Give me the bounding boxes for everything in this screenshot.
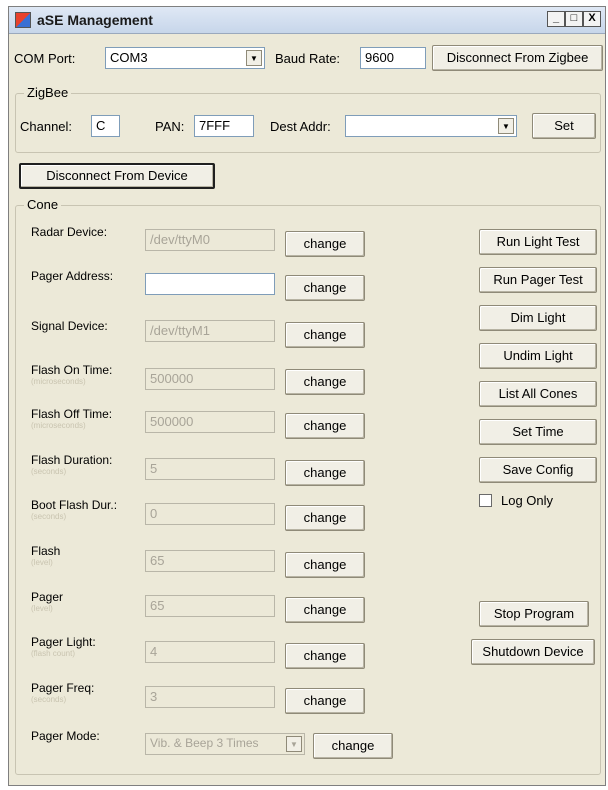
close-button[interactable]: X <box>583 11 601 27</box>
pager-light-input[interactable]: 4 <box>145 641 275 663</box>
pager-address-label: Pager Address: <box>31 269 114 283</box>
change-pager-level-button[interactable]: change <box>285 597 365 623</box>
save-config-button[interactable]: Save Config <box>479 457 597 483</box>
change-boot-flash-dur-button[interactable]: change <box>285 505 365 531</box>
com-port-value: COM3 <box>110 50 148 65</box>
change-pager-mode-button[interactable]: change <box>313 733 393 759</box>
dest-addr-combo[interactable]: ▼ <box>345 115 517 137</box>
boot-flash-dur-label: Boot Flash Dur.: (seconds) <box>31 498 118 521</box>
chevron-down-icon[interactable]: ▼ <box>246 50 262 66</box>
pan-label: PAN: <box>155 119 185 134</box>
pager-light-label: Pager Light: (flash count) <box>31 635 96 658</box>
zigbee-group-title: ZigBee <box>24 85 72 100</box>
set-time-button[interactable]: Set Time <box>479 419 597 445</box>
change-pager-address-button[interactable]: change <box>285 275 365 301</box>
change-pager-light-button[interactable]: change <box>285 643 365 669</box>
radar-device-input[interactable]: /dev/ttyM0 <box>145 229 275 251</box>
window-title: aSE Management <box>37 12 153 28</box>
dim-light-button[interactable]: Dim Light <box>479 305 597 331</box>
maximize-button[interactable]: □ <box>565 11 583 27</box>
com-port-label: COM Port: <box>14 51 76 66</box>
app-icon <box>15 12 31 28</box>
title-bar[interactable]: aSE Management _ □ X <box>9 7 605 34</box>
run-pager-test-button[interactable]: Run Pager Test <box>479 267 597 293</box>
change-pager-freq-button[interactable]: change <box>285 688 365 714</box>
signal-device-label: Signal Device: <box>31 319 108 333</box>
change-flash-off-time-button[interactable]: change <box>285 413 365 439</box>
pager-address-input[interactable] <box>145 273 275 295</box>
baud-rate-input[interactable]: 9600 <box>360 47 426 69</box>
signal-device-input[interactable]: /dev/ttyM1 <box>145 320 275 342</box>
radar-device-label: Radar Device: <box>31 225 108 239</box>
channel-label: Channel: <box>20 119 73 134</box>
chevron-down-icon[interactable]: ▼ <box>498 118 514 134</box>
flash-duration-label: Flash Duration: (seconds) <box>31 453 113 476</box>
flash-on-time-input[interactable]: 500000 <box>145 368 275 390</box>
change-flash-duration-button[interactable]: change <box>285 460 365 486</box>
chevron-down-icon[interactable]: ▼ <box>286 736 302 752</box>
minimize-button[interactable]: _ <box>547 11 565 27</box>
pager-mode-combo[interactable]: Vib. & Beep 3 Times ▼ <box>145 733 305 755</box>
pager-freq-input[interactable]: 3 <box>145 686 275 708</box>
pager-level-input[interactable]: 65 <box>145 595 275 617</box>
channel-input[interactable]: C <box>91 115 120 137</box>
undim-light-button[interactable]: Undim Light <box>479 343 597 369</box>
baud-rate-label: Baud Rate: <box>275 51 341 66</box>
flash-level-label: Flash (level) <box>31 544 61 567</box>
dest-addr-label: Dest Addr: <box>270 119 331 134</box>
disconnect-device-button[interactable]: Disconnect From Device <box>19 163 215 189</box>
pan-input[interactable]: 7FFF <box>194 115 254 137</box>
change-flash-level-button[interactable]: change <box>285 552 365 578</box>
change-signal-device-button[interactable]: change <box>285 322 365 348</box>
pager-mode-label: Pager Mode: <box>31 729 100 743</box>
flash-level-input[interactable]: 65 <box>145 550 275 572</box>
pager-mode-value: Vib. & Beep 3 Times <box>150 736 259 750</box>
disconnect-zigbee-button[interactable]: Disconnect From Zigbee <box>432 45 603 71</box>
run-light-test-button[interactable]: Run Light Test <box>479 229 597 255</box>
flash-duration-input[interactable]: 5 <box>145 458 275 480</box>
list-all-cones-button[interactable]: List All Cones <box>479 381 597 407</box>
log-only-checkbox[interactable] <box>479 494 492 507</box>
cone-group-title: Cone <box>24 197 62 212</box>
flash-off-time-label: Flash Off Time: (microseconds) <box>31 407 113 430</box>
pager-level-label: Pager (level) <box>31 590 64 613</box>
change-flash-on-time-button[interactable]: change <box>285 369 365 395</box>
shutdown-device-button[interactable]: Shutdown Device <box>471 639 595 665</box>
log-only-label[interactable]: Log Only <box>501 493 553 508</box>
change-radar-device-button[interactable]: change <box>285 231 365 257</box>
com-port-combo[interactable]: COM3 ▼ <box>105 47 265 69</box>
pager-freq-label: Pager Freq: (seconds) <box>31 681 95 704</box>
stop-program-button[interactable]: Stop Program <box>479 601 589 627</box>
set-button[interactable]: Set <box>532 113 596 139</box>
flash-off-time-input[interactable]: 500000 <box>145 411 275 433</box>
main-window: aSE Management _ □ X COM Port: COM3 ▼ Ba… <box>8 6 606 786</box>
boot-flash-dur-input[interactable]: 0 <box>145 503 275 525</box>
flash-on-time-label: Flash On Time: (microseconds) <box>31 363 113 386</box>
